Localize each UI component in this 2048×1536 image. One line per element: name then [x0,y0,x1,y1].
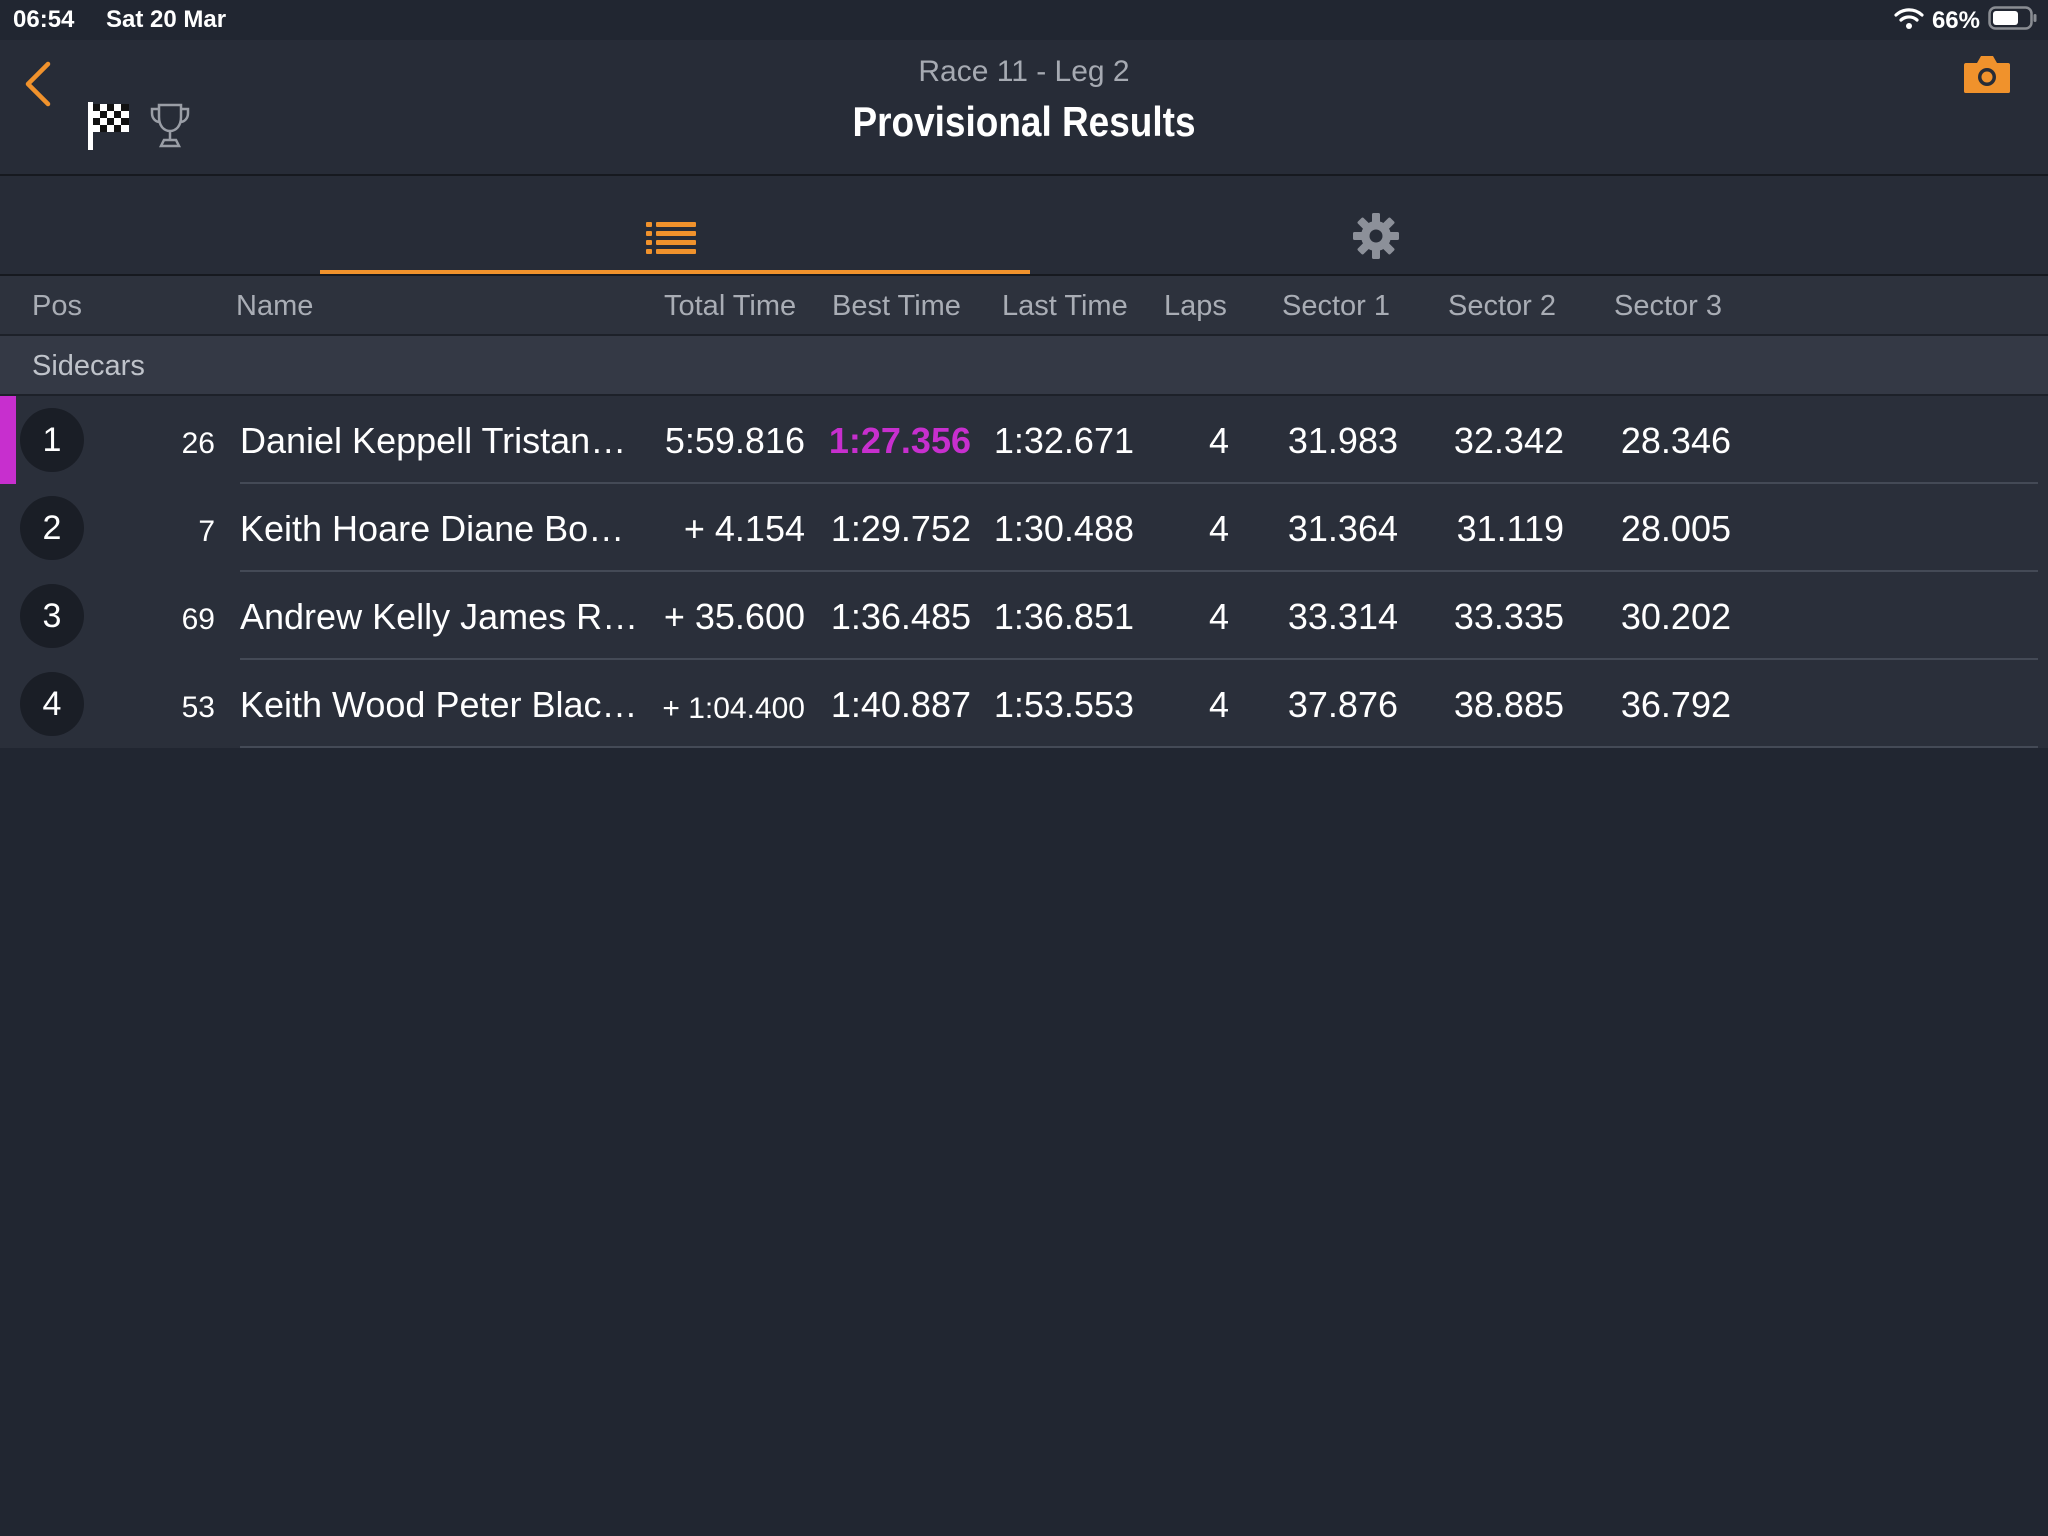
tab-results-list[interactable] [320,176,1030,274]
page-title: Provisional Results [852,98,1196,145]
competitor-number: 7 [198,515,215,548]
total-time: 5:59.816 [664,420,805,461]
sector-3: 30.202 [1620,596,1731,637]
table-row[interactable]: 1 26 Daniel Keppell Tristan… 5:59.816 1:… [0,396,2048,484]
last-time: 1:32.671 [993,420,1134,461]
wifi-icon [1894,6,1924,35]
active-tab-indicator [320,270,1030,274]
laps: 4 [1208,684,1229,725]
laps: 4 [1208,508,1229,549]
status-bar: 06:54 Sat 20 Mar 66% [0,0,2048,40]
table-row[interactable]: 4 53 Keith Wood Peter Blac… + 1:04.400 1… [0,660,2048,748]
sector-2: 31.119 [1456,508,1564,549]
best-time: 1:29.752 [830,508,971,549]
leader-indicator [0,396,16,484]
col-laps: Laps [1164,290,1227,322]
tab-settings[interactable] [1030,176,1730,274]
results-column-headers: Pos Name Total Time Best Time Last Time … [0,276,2048,336]
laps: 4 [1208,420,1229,461]
status-right: 66% [1894,5,2038,36]
row-divider [240,746,2038,748]
total-time: + 35.600 [663,596,805,637]
class-group-label: Sidecars [32,350,145,382]
competitor-name: Daniel Keppell Tristan… [240,421,627,461]
position-badge: 1 [20,408,84,472]
laps: 4 [1208,596,1229,637]
last-time: 1:30.488 [993,508,1134,549]
table-row[interactable]: 3 69 Andrew Kelly James R… + 35.600 1:36… [0,572,2048,660]
battery-icon [1988,5,2038,36]
position-badge: 3 [20,584,84,648]
col-pos: Pos [32,290,82,322]
race-subtitle: Race 11 - Leg 2 [918,55,1130,88]
status-date: Sat 20 Mar [106,6,227,33]
results-table: 1 26 Daniel Keppell Tristan… 5:59.816 1:… [0,396,2048,748]
sector-2: 38.885 [1453,684,1564,725]
competitor-name: Keith Wood Peter Blac… [240,685,638,725]
sector-3: 28.005 [1620,508,1731,549]
sector-3: 36.792 [1620,684,1731,725]
class-group-header: Sidecars [0,336,2048,396]
sector-2: 33.335 [1453,596,1564,637]
col-last-time: Last Time [1002,290,1128,322]
status-time: 06:54 [13,6,75,33]
col-name: Name [236,290,314,322]
last-time: 1:53.553 [993,684,1134,725]
competitor-number: 26 [181,427,215,460]
col-sector-2: Sector 2 [1448,290,1556,322]
sector-2: 32.342 [1453,420,1564,461]
competitor-name: Keith Hoare Diane Bo… [240,509,625,549]
col-total-time: Total Time [664,290,797,322]
best-time: 1:27.356 [828,420,971,461]
best-time: 1:36.485 [830,596,971,637]
camera-button[interactable] [1962,53,2012,95]
battery-percent: 66% [1931,6,1980,34]
nav-header: Race 11 - Leg 2 Provisional Results [0,40,2048,176]
camera-icon [1964,56,2010,93]
sector-1: 31.983 [1287,420,1398,461]
last-time: 1:36.851 [993,596,1134,637]
total-time: + 1:04.400 [662,692,805,725]
gear-icon [1353,213,1399,259]
sector-1: 33.314 [1287,596,1398,637]
position-badge: 2 [20,496,84,560]
col-sector-1: Sector 1 [1282,290,1390,322]
list-icon [646,222,696,254]
col-best-time: Best Time [832,290,961,322]
view-tabs [0,176,2048,276]
competitor-name: Andrew Kelly James R… [240,597,639,637]
col-sector-3: Sector 3 [1614,290,1722,322]
total-time: + 4.154 [683,508,805,549]
competitor-number: 69 [181,603,215,636]
sector-3: 28.346 [1620,420,1731,461]
competitor-number: 53 [181,691,215,724]
sector-1: 31.364 [1287,508,1398,549]
table-row[interactable]: 2 7 Keith Hoare Diane Bo… + 4.154 1:29.7… [0,484,2048,572]
best-time: 1:40.887 [830,684,971,725]
sector-1: 37.876 [1287,684,1398,725]
position-badge: 4 [20,672,84,736]
